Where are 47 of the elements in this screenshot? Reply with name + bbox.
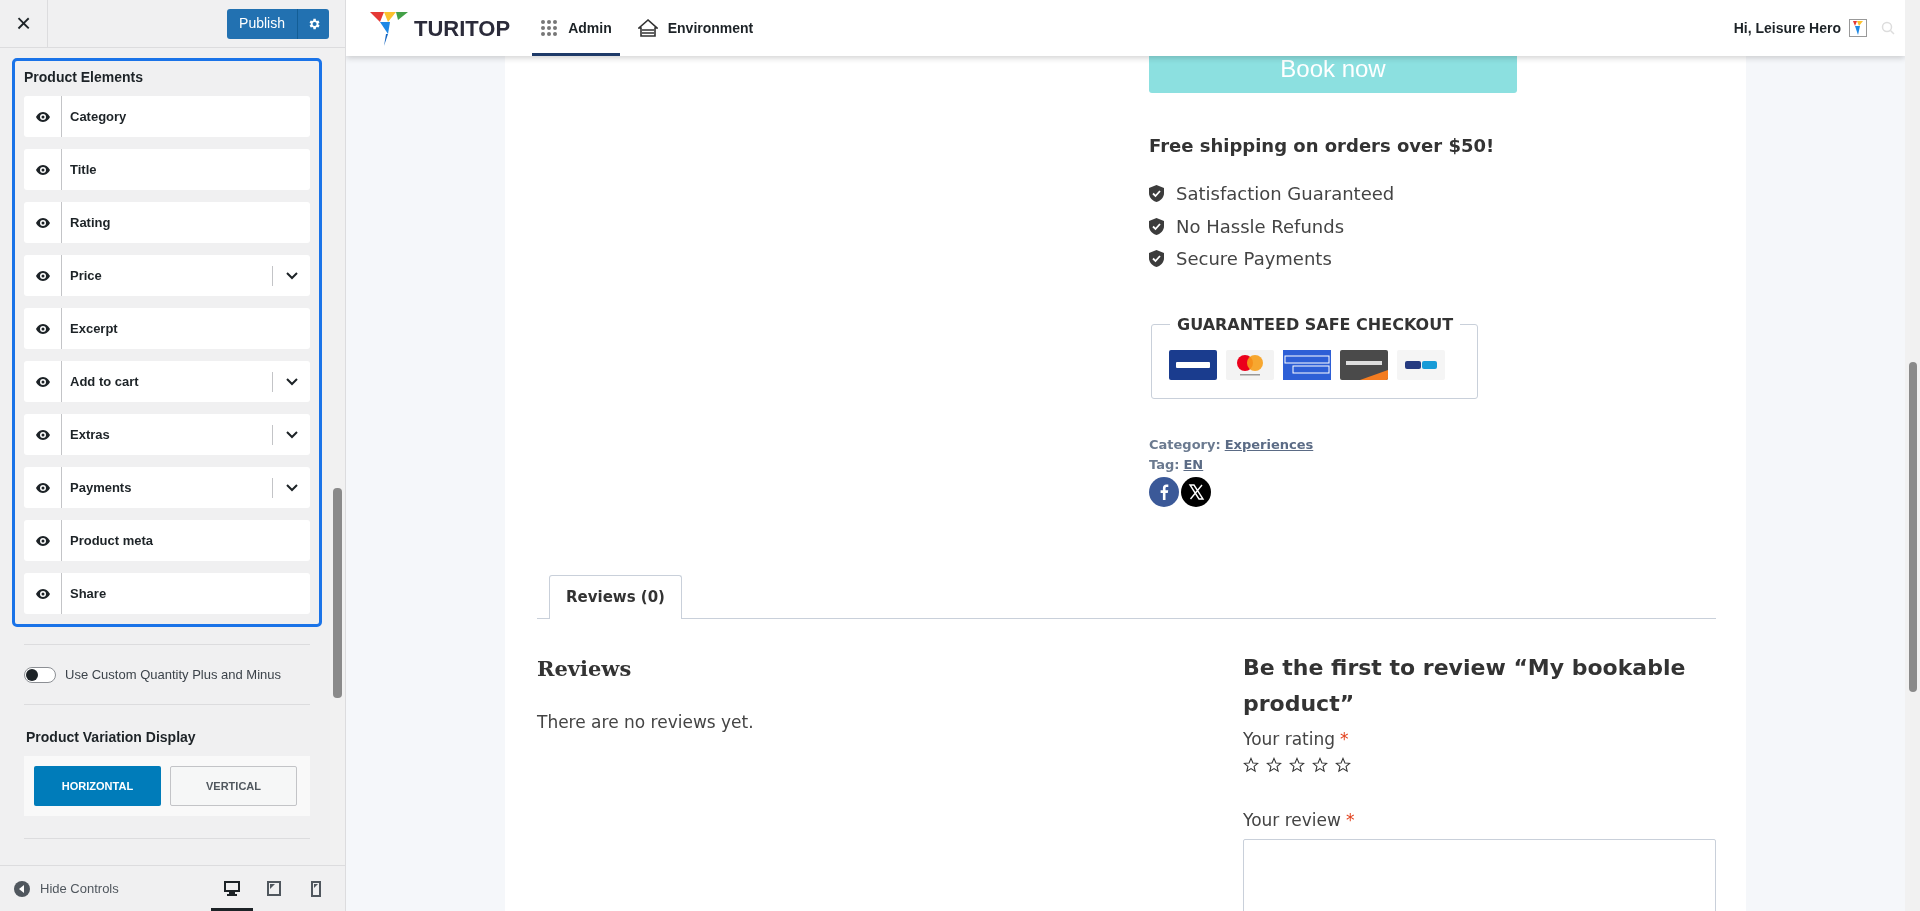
section-title: Product Variation Display [26, 728, 197, 747]
reviews-tab[interactable]: Reviews (0) [549, 575, 682, 619]
shipping-notice: Free shipping on orders over $50! [1149, 134, 1495, 158]
field-label: Your review [1243, 809, 1341, 832]
element-label: Extras [70, 425, 111, 444]
element-label: Title [70, 160, 98, 179]
guarantee-text: Satisfaction Guaranteed [1176, 182, 1395, 206]
option-button[interactable]: VERTICAL [170, 766, 297, 806]
element-row[interactable]: Payments [24, 467, 310, 508]
section-title: Product Elements [24, 68, 145, 87]
guarantee-text: Secure Payments [1176, 247, 1332, 271]
element-row[interactable]: Price [24, 255, 310, 296]
element-row[interactable]: Title [24, 149, 310, 190]
section-heading: Reviews [537, 655, 632, 683]
nav-tab[interactable]: Admin [532, 0, 620, 56]
hide-controls-button[interactable]: Hide Controls [14, 878, 211, 899]
guarantee-text: No Hassle Refunds [1176, 214, 1345, 239]
close-button[interactable]: × [0, 0, 48, 48]
element-row[interactable]: Extras [24, 414, 310, 455]
element-label: Price [70, 266, 103, 285]
toggle-label: Use Custom Quantity Plus and Minus [65, 665, 282, 684]
element-label: Category [70, 107, 128, 126]
greeting-text: Hi, Leisure Hero [1733, 18, 1841, 38]
element-label: Add to cart [70, 372, 140, 391]
form-heading: Be the first to review “My bookable product” [1243, 654, 1687, 718]
element-label: Product meta [70, 531, 155, 550]
nav-tab[interactable]: Environment [629, 0, 762, 56]
logo-text: TURITOP [414, 14, 511, 43]
element-row[interactable]: Product meta [24, 520, 310, 561]
element-row[interactable]: Share [24, 573, 310, 614]
meta-label: Category: [1149, 436, 1221, 454]
element-label: Rating [70, 213, 112, 232]
required-mark: * [1340, 728, 1349, 751]
meta-link[interactable]: Experiences [1224, 435, 1314, 455]
option-button[interactable]: HORIZONTAL [34, 766, 161, 806]
element-label: Share [70, 584, 108, 603]
field-label: Your rating [1243, 728, 1336, 751]
element-label: Excerpt [70, 319, 119, 338]
element-row[interactable]: Add to cart [24, 361, 310, 402]
meta-label: Tag: [1149, 456, 1180, 474]
element-row[interactable]: Excerpt [24, 308, 310, 349]
element-row[interactable]: Rating [24, 202, 310, 243]
empty-message: There are no reviews yet. [537, 711, 754, 734]
meta-link[interactable]: EN [1183, 455, 1204, 475]
required-mark: * [1345, 809, 1355, 832]
element-label: Payments [70, 478, 133, 497]
element-row[interactable]: Category [24, 96, 310, 137]
